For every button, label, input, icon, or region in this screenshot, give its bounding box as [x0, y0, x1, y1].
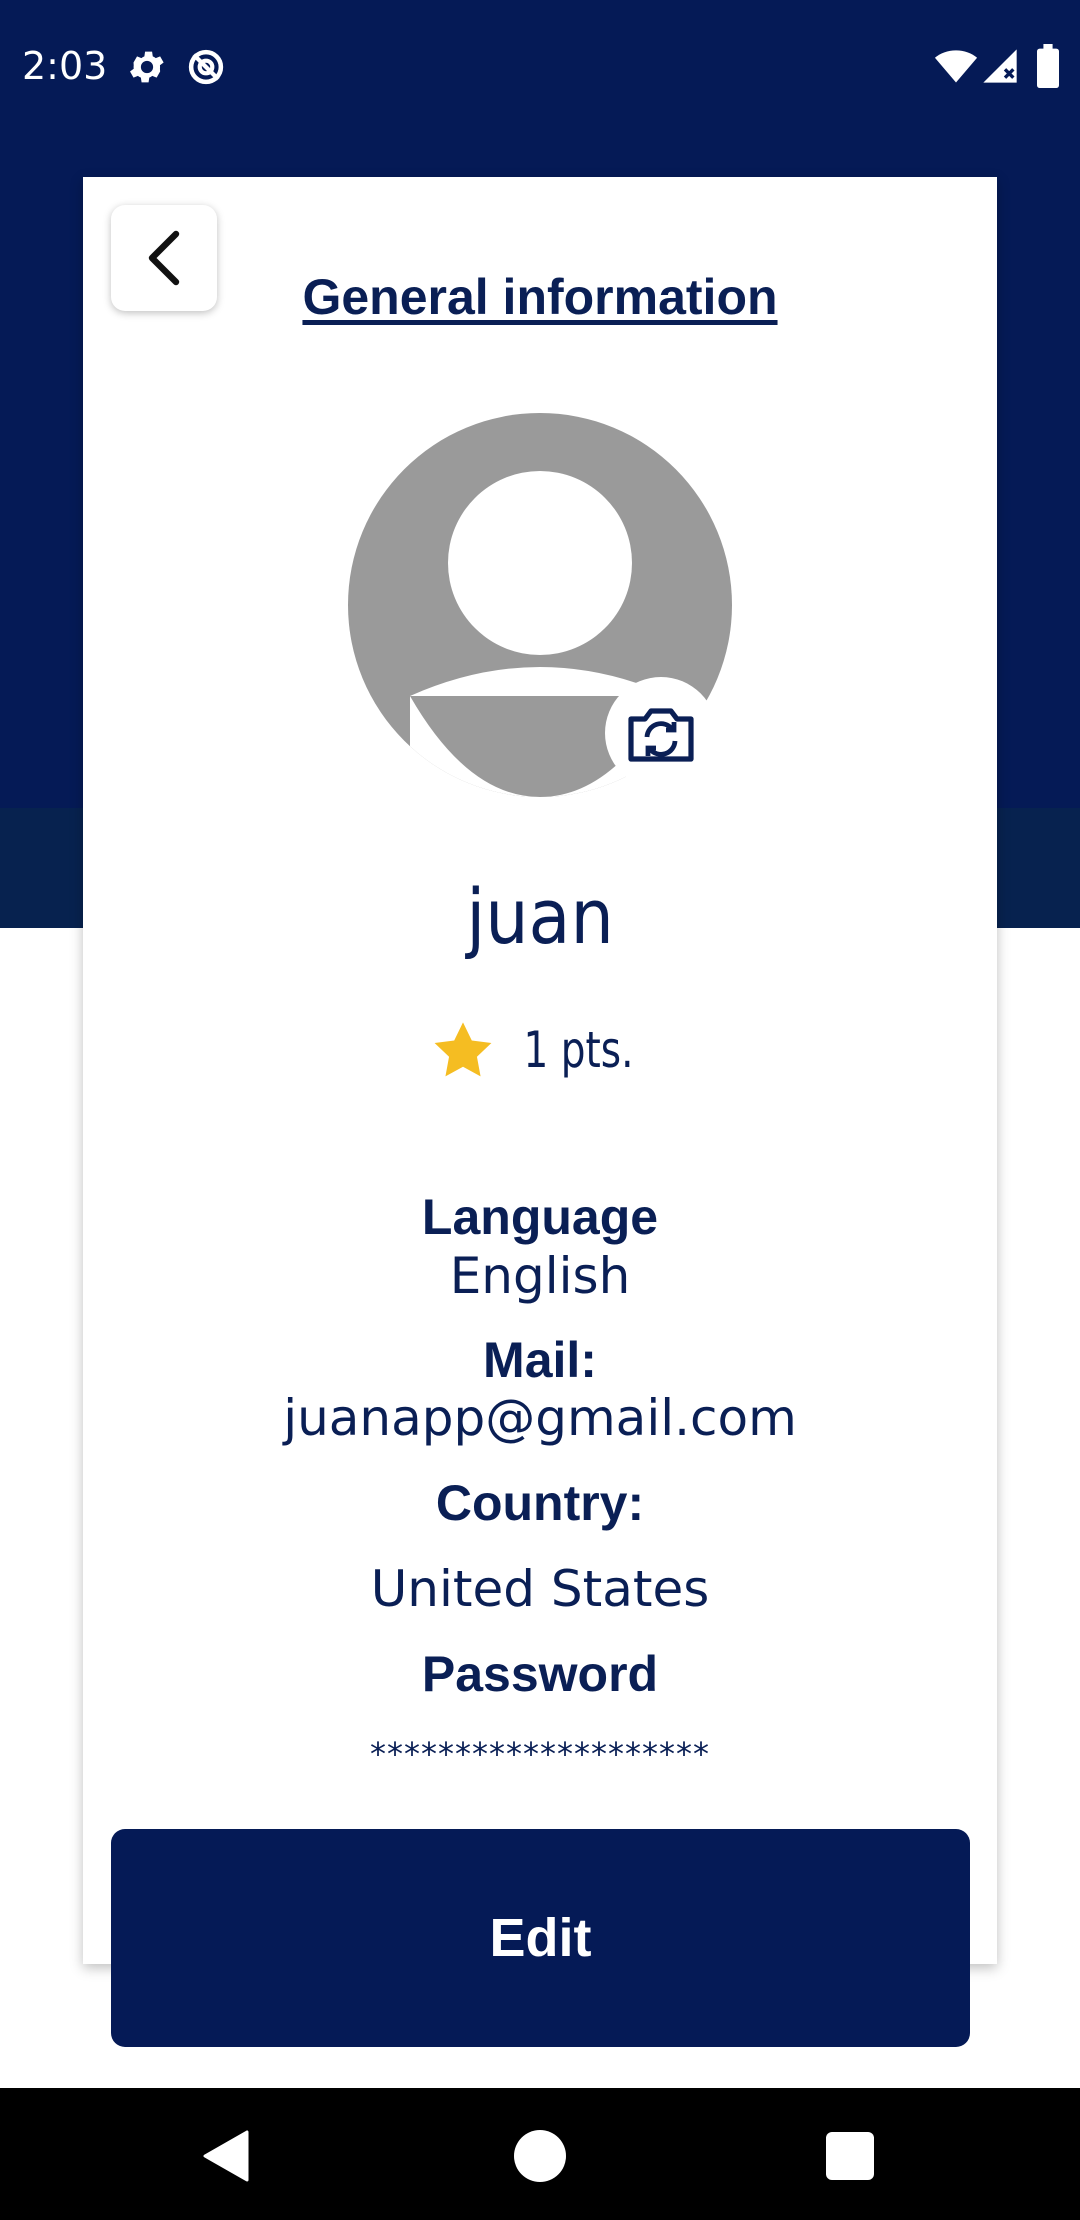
country-value: United States [370, 1560, 710, 1618]
home-circle-icon[interactable] [512, 2128, 568, 2184]
points-value: 1 pts. [523, 1021, 633, 1079]
language-label: Language [421, 1189, 659, 1245]
gear-icon [130, 51, 164, 83]
edit-button-label: Edit [489, 1908, 592, 1968]
wifi-icon [934, 50, 978, 83]
camera-switch-icon [628, 708, 694, 762]
status-bar: 2:03 [0, 0, 1080, 134]
star-icon [434, 1022, 491, 1077]
recents-square-icon[interactable] [822, 2128, 878, 2184]
password-value: ******************** [370, 1735, 710, 1773]
mail-label: Mail: [483, 1332, 597, 1388]
battery-icon [1037, 44, 1059, 88]
country-label: Country: [435, 1475, 645, 1531]
change-photo-button[interactable] [605, 677, 717, 789]
points-row: 1 pts. [0, 1010, 1080, 1090]
page-title: General information [302, 269, 778, 325]
language-value: English [449, 1247, 631, 1305]
navigation-bar [0, 2088, 1080, 2220]
edit-button[interactable]: Edit [111, 1829, 970, 2047]
data-saver-icon [188, 49, 224, 85]
status-time: 2:03 [22, 44, 108, 88]
password-label: Password [421, 1646, 659, 1702]
back-triangle-icon[interactable] [199, 2128, 255, 2184]
mail-value: juanapp@gmail.com [283, 1389, 797, 1447]
user-name: juan [466, 872, 614, 961]
signal-icon [983, 49, 1017, 83]
